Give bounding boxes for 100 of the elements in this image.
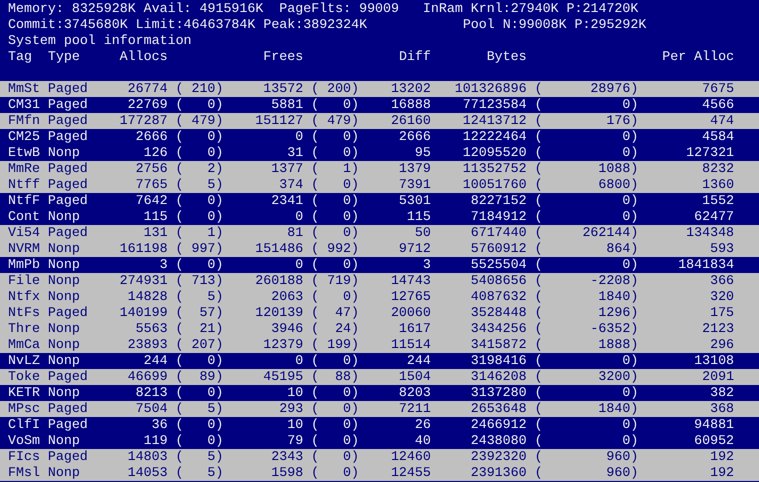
table-cell-text: 3146208 [470,369,527,385]
table-cell-text: 81 [286,225,304,241]
table-cell-text: Nonp [48,337,81,353]
table-cell-text: 8213 [134,385,168,401]
table-cell-text: ( 5) [174,401,224,417]
table-cell-text: NvLZ [8,353,41,369]
table-cell-text: 0 [294,129,304,145]
table-cell-text: ( 0) [310,417,360,433]
table-cell-text: 13572 [262,81,304,97]
table-cell-text: MmCa [8,337,41,353]
table-cell-text: 296 [709,337,734,353]
table-cell-text: 2666 [134,129,168,145]
table-cell-text: CM25 [8,129,41,145]
table-cell-text: 2091 [701,369,734,385]
table-cell-text: 7504 [134,401,168,417]
table-cell-text: ( 992) [310,241,360,257]
table-cell-text: 79 [286,433,304,449]
table-cell-text: 26160 [390,113,431,129]
table-cell-text: Cont [8,209,41,225]
table-cell-text: 8203 [398,385,431,401]
table-cell-text: 2343 [270,449,304,465]
table-cell-text: 1552 [701,193,734,209]
table-cell-text: 12455 [390,465,431,481]
table-cell-text: 95 [414,145,431,161]
table-cell-text: 192 [709,465,734,481]
table-cell-text: 175 [709,305,734,321]
table-cell-text: 293 [278,401,304,417]
column-header: Diff [398,49,431,65]
table-cell-text: 7391 [398,177,431,193]
table-cell-text: 368 [709,401,734,417]
table-cell-text: 3137280 [470,385,527,401]
table-cell-text: 11514 [390,337,431,353]
table-cell-text: VoSm [8,433,41,449]
table-cell-text: ( 0) [310,193,360,209]
table-cell-text: 2653648 [470,401,527,417]
table-cell-text: ( 0) [534,353,638,369]
table-cell-text: Nonp [48,385,81,401]
table-cell-text: 4087632 [470,289,527,305]
table-cell-text: ( 0) [310,257,360,273]
table-cell-text: ( 57) [174,305,224,321]
table-cell-text: ( 0) [310,465,360,481]
table-cell-text: 131 [142,225,168,241]
table-cell-text: ( 0) [174,97,224,113]
table-cell-text: 177287 [118,113,168,129]
table-cell-text: ( 960) [534,465,638,481]
table-cell-text: Ntfx [8,289,41,305]
table-cell-text: ( -6352) [534,321,638,337]
table-cell-text: KETR [8,385,41,401]
table-cell-text: FMfn [8,113,41,129]
table-cell-text: 2063 [270,289,304,305]
table-cell-text: ( 0) [174,433,224,449]
table-cell-text: ( 1888) [534,337,638,353]
table-cell-text: 119 [142,433,168,449]
table-cell-text: ( 1088) [534,161,638,177]
table-cell-text: ( 0) [310,449,360,465]
table-cell-text: 12379 [262,337,304,353]
table-cell-text: ( 0) [310,209,360,225]
table-cell-text: 366 [709,273,734,289]
table-cell-text: 3415872 [470,337,527,353]
table-cell-text: 2341 [270,193,304,209]
table-cell-text: ( 0) [310,129,360,145]
table-cell-text: ( 88) [310,369,360,385]
table-cell-text: 12095520 [462,145,527,161]
table-cell-text: 7675 [701,81,734,97]
table-cell-text: ( 1) [310,161,360,177]
table-cell-text: ( 0) [310,401,360,417]
table-cell-text: 1504 [398,369,431,385]
table-cell-text: 126 [142,145,168,161]
table-cell-text: NtfF [8,193,41,209]
column-header: Per Alloc [661,49,734,65]
table-cell-text: ( 0) [310,385,360,401]
table-cell-text: 120139 [254,305,304,321]
table-cell-text: 14828 [126,289,168,305]
table-cell-text: 1841834 [677,257,734,273]
table-cell-text: ( 0) [310,225,360,241]
table-cell: Paged [48,161,88,177]
table-cell-text: ( 21) [174,321,224,337]
table-cell-text: ( 262144) [534,225,638,241]
table-cell-text: EtwB [8,145,41,161]
table-cell-text: CM31 [8,97,41,113]
table-cell-text: ( 719) [310,273,360,289]
table-cell-text: ( 207) [174,337,224,353]
table-cell-text: ( 0) [174,209,224,225]
table-cell-text: ( 1) [174,225,224,241]
table-cell-text: 8227152 [470,193,527,209]
table-cell-text: FIcs [8,449,41,465]
table-cell: Paged [48,113,88,129]
table-cell-text: MmSt [8,81,41,97]
table-cell-text: 23893 [126,337,168,353]
table-cell-text: Nonp [48,145,81,161]
table-cell-text: 13108 [693,353,734,369]
table-cell-text: MmRe [8,161,41,177]
table-cell-text: 10051760 [462,177,527,193]
table-cell-text: 115 [406,209,431,225]
table-cell-text: 26 [414,417,431,433]
table-cell-text: 7211 [398,401,431,417]
table-cell-text: 12460 [390,449,431,465]
table-cell-text: ( 479) [174,113,224,129]
table-cell-text: 2756 [134,161,168,177]
table-cell-text: 5881 [270,97,304,113]
